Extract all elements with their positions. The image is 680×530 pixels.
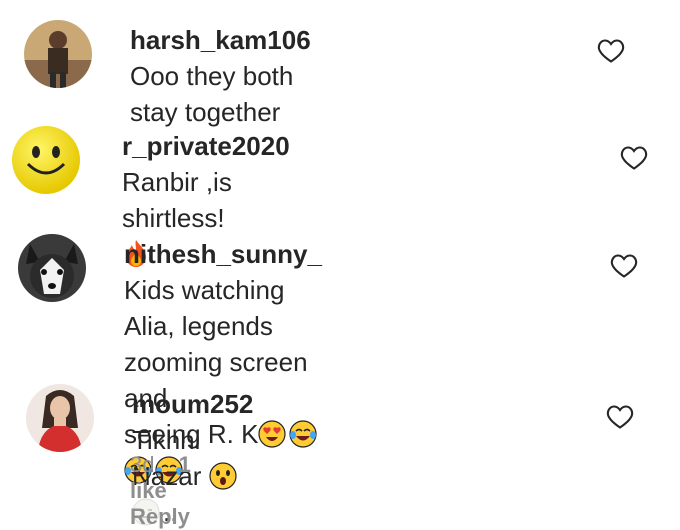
comment-body-continued: stay together bbox=[130, 97, 281, 127]
avatar[interactable] bbox=[10, 124, 82, 196]
avatar[interactable] bbox=[24, 20, 92, 88]
husky-dog-photo bbox=[18, 234, 86, 302]
comment-username[interactable]: nithesh_sunny_ bbox=[124, 239, 322, 269]
comment-username[interactable]: r_private2020 bbox=[122, 131, 290, 161]
comment-time: 3d bbox=[130, 452, 155, 477]
reply-button[interactable]: Reply bbox=[130, 504, 190, 529]
smiley-face-icon bbox=[12, 126, 80, 194]
comment-body: Ooo they both bbox=[130, 61, 294, 91]
woman-photo bbox=[26, 384, 94, 452]
hushed-face-emoji-icon bbox=[208, 462, 237, 490]
avatar[interactable] bbox=[18, 234, 86, 302]
comment-meta: 3d 1 like Reply bbox=[130, 452, 208, 530]
comment-body: Kids watching bbox=[124, 275, 285, 305]
tears-of-joy-emoji-icon bbox=[289, 420, 318, 448]
comment-username[interactable]: harsh_kam106 bbox=[130, 25, 311, 55]
comment-username[interactable]: moum252 bbox=[132, 389, 253, 419]
heart-outline-icon[interactable] bbox=[610, 253, 638, 279]
comment-text: harsh_kam106 Ooo they both stay together bbox=[130, 22, 311, 130]
comment-body: Ranbir ,is shirtless! bbox=[122, 167, 232, 233]
heart-outline-icon[interactable] bbox=[620, 145, 648, 171]
heart-outline-icon[interactable] bbox=[597, 38, 625, 64]
avatar[interactable] bbox=[26, 384, 94, 452]
heart-eyes-emoji-icon bbox=[258, 420, 287, 448]
heart-outline-icon[interactable] bbox=[606, 404, 634, 430]
avatar-photo bbox=[24, 20, 92, 88]
